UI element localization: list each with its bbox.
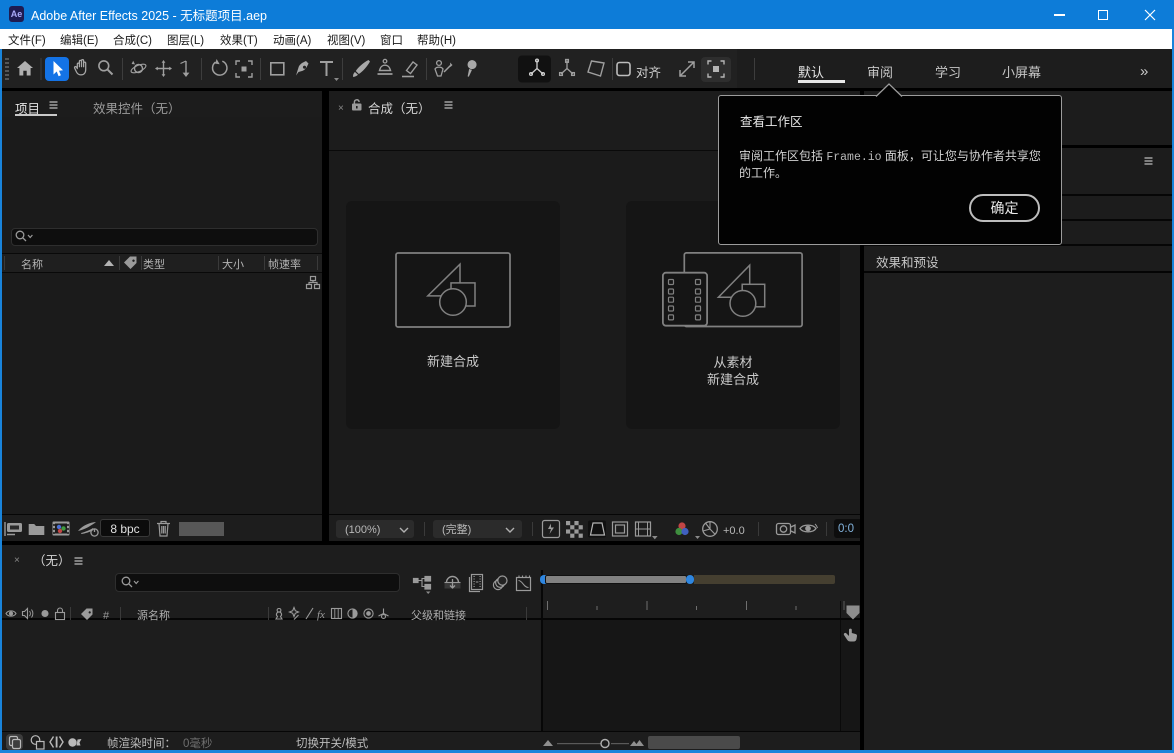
svg-text:fx: fx	[317, 609, 325, 621]
